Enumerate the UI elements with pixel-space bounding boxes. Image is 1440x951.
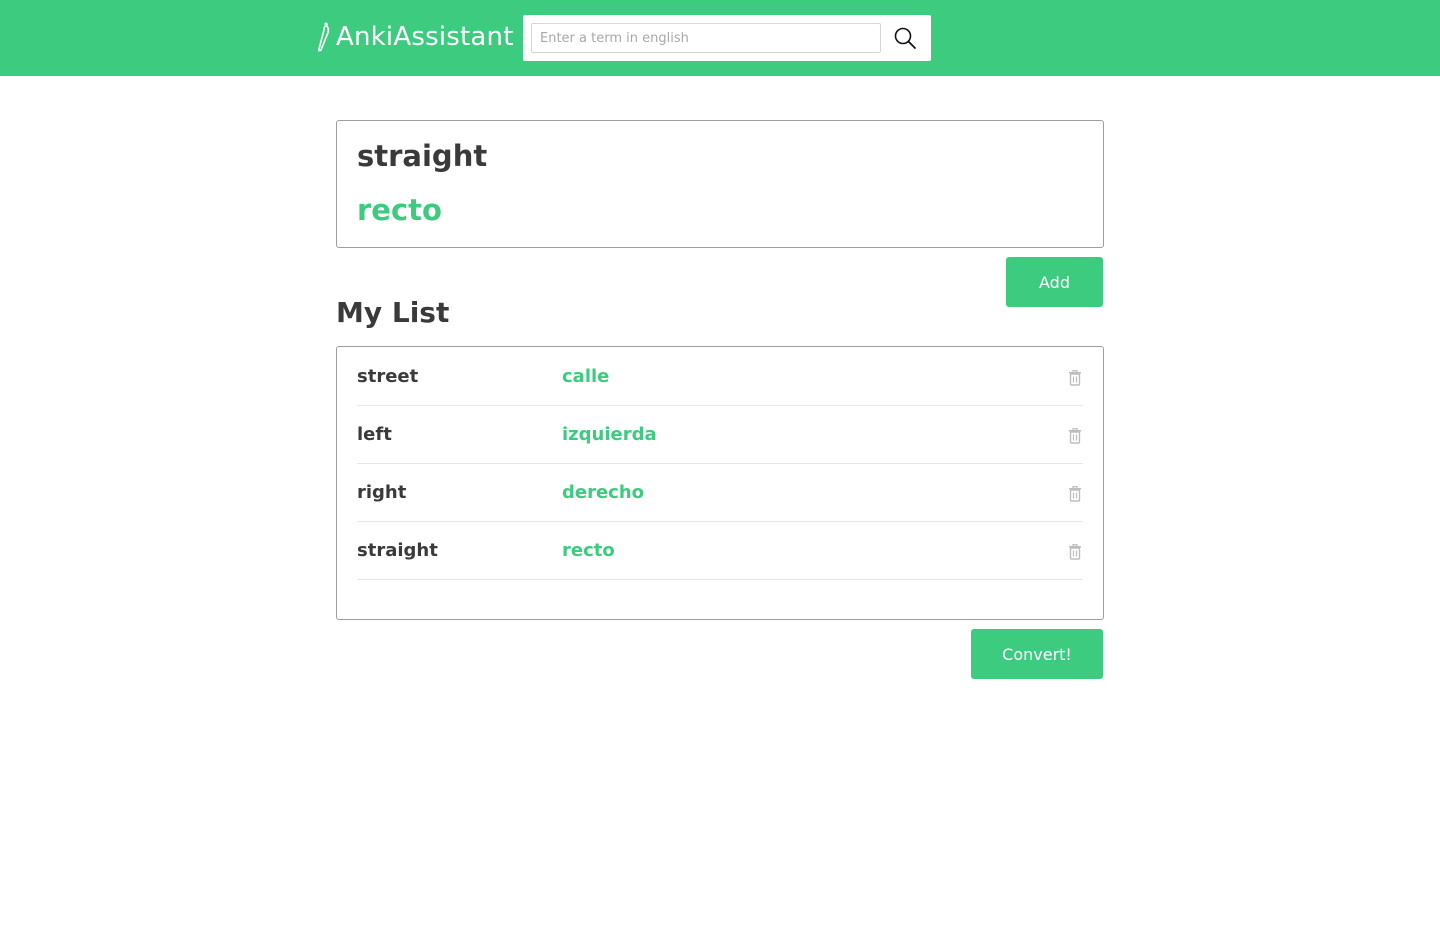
delete-item-button[interactable] [1067,485,1083,504]
search-icon [894,27,916,49]
list-item-word: street [357,366,419,387]
top-navbar: AnkiAssistant [0,0,1440,76]
list-item-word: left [357,424,392,445]
trash-icon [1069,485,1081,502]
delete-item-button[interactable] [1067,427,1083,446]
search-bar [523,15,931,61]
delete-item-button[interactable] [1067,369,1083,388]
my-list: street calle left izquierda right derech… [336,346,1104,620]
list-item-translation: derecho [562,482,645,503]
list-item: right derecho [357,463,1083,522]
list-item-translation: calle [562,366,610,387]
search-input[interactable] [531,23,881,53]
trash-icon [1069,427,1081,444]
list-item-translation: izquierda [562,424,657,445]
delete-item-button[interactable] [1067,543,1083,562]
brand[interactable]: AnkiAssistant [316,19,514,55]
convert-button[interactable]: Convert! [971,629,1103,679]
list-item-word: right [357,482,407,503]
pepper-logo-icon [317,22,330,52]
translation-result-card: straight recto [336,120,1104,248]
my-list-title: My List [336,296,450,329]
list-item: left izquierda [357,405,1083,464]
list-item: street calle [357,347,1083,406]
result-term: straight [357,139,488,173]
list-item-translation: recto [562,540,615,561]
result-translation: recto [357,193,442,227]
app-title: AnkiAssistant [336,22,514,52]
add-button[interactable]: Add [1006,257,1103,307]
trash-icon [1069,543,1081,560]
list-item: straight recto [357,521,1083,580]
list-item-word: straight [357,540,438,561]
trash-icon [1069,369,1081,386]
search-button[interactable] [885,23,925,53]
